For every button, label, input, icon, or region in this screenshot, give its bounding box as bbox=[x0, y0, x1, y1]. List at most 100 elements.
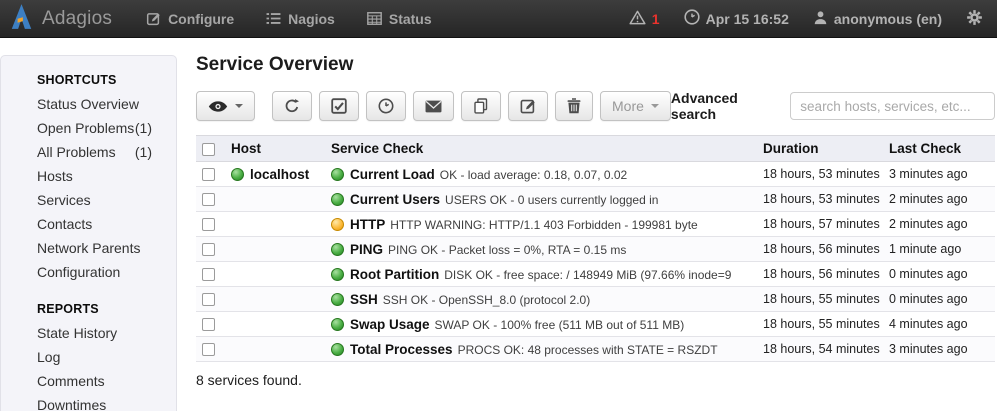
last-check-cell: 3 minutes ago bbox=[883, 337, 995, 362]
brand[interactable]: Adagios bbox=[10, 3, 112, 35]
row-checkbox[interactable] bbox=[202, 218, 215, 231]
service-name[interactable]: PING bbox=[350, 242, 383, 257]
select-all-checkbox[interactable] bbox=[202, 143, 215, 156]
service-name[interactable]: Total Processes bbox=[350, 342, 453, 357]
row-checkbox[interactable] bbox=[202, 268, 215, 281]
delete-button[interactable] bbox=[555, 91, 593, 121]
service-name[interactable]: SSH bbox=[350, 292, 378, 307]
sidebar-item-hosts[interactable]: Hosts bbox=[1, 164, 176, 188]
copy-icon bbox=[473, 98, 489, 114]
table-row[interactable]: PING PING OK - Packet loss = 0%, RTA = 0.… bbox=[196, 237, 995, 262]
clock-icon bbox=[684, 9, 700, 28]
last-check-cell: 0 minutes ago bbox=[883, 262, 995, 287]
search-input[interactable] bbox=[790, 92, 995, 120]
schedule-downtime-button[interactable] bbox=[366, 91, 406, 121]
services-found-note: 8 services found. bbox=[196, 372, 995, 388]
row-checkbox[interactable] bbox=[202, 168, 215, 181]
advanced-search-label[interactable]: Advanced search bbox=[671, 90, 781, 122]
row-checkbox[interactable] bbox=[202, 343, 215, 356]
nav-nagios-label: Nagios bbox=[288, 11, 335, 27]
sidebar-item-open-problems[interactable]: Open Problems (1) bbox=[1, 116, 176, 140]
sidebar-item-all-problems[interactable]: All Problems (1) bbox=[1, 140, 176, 164]
refresh-button[interactable] bbox=[272, 91, 312, 121]
services-table: Host Service Check Duration Last Check l… bbox=[196, 135, 995, 362]
nav-status[interactable]: Status bbox=[367, 11, 432, 27]
main-content: Service Overview bbox=[177, 38, 997, 411]
service-status-icon bbox=[331, 293, 344, 306]
sidebar-item-services[interactable]: Services bbox=[1, 188, 176, 212]
service-name[interactable]: HTTP bbox=[350, 217, 385, 232]
last-check-cell: 0 minutes ago bbox=[883, 287, 995, 312]
duration-cell: 18 hours, 54 minutes bbox=[757, 337, 883, 362]
col-header-duration[interactable]: Duration bbox=[757, 136, 883, 162]
service-status-icon bbox=[331, 268, 344, 281]
acknowledge-button[interactable] bbox=[319, 91, 359, 121]
clock-icon bbox=[378, 98, 394, 114]
service-name[interactable]: Current Load bbox=[350, 167, 435, 182]
nav-configure[interactable]: Configure bbox=[146, 11, 234, 27]
duration-cell: 18 hours, 56 minutes bbox=[757, 262, 883, 287]
sidebar-item-contacts[interactable]: Contacts bbox=[1, 212, 176, 236]
sidebar-item-state-history[interactable]: State History bbox=[1, 321, 176, 345]
table-row[interactable]: Root Partition DISK OK - free space: / 14… bbox=[196, 262, 995, 287]
last-check-cell: 2 minutes ago bbox=[883, 212, 995, 237]
row-checkbox[interactable] bbox=[202, 318, 215, 331]
table-row[interactable]: Swap Usage SWAP OK - 100% free (511 MB ou… bbox=[196, 312, 995, 337]
copy-button[interactable] bbox=[461, 91, 501, 121]
row-checkbox[interactable] bbox=[202, 243, 215, 256]
row-checkbox[interactable] bbox=[202, 293, 215, 306]
service-name[interactable]: Current Users bbox=[350, 192, 440, 207]
service-name[interactable]: Swap Usage bbox=[350, 317, 430, 332]
service-status-icon bbox=[331, 243, 344, 256]
edit-button[interactable] bbox=[508, 91, 548, 121]
trash-icon bbox=[567, 98, 581, 114]
table-row[interactable]: localhost Current LoadOK - load average:… bbox=[196, 162, 995, 187]
sidebar: SHORTCUTS Status Overview Open Problems … bbox=[0, 55, 177, 411]
refresh-icon bbox=[284, 98, 300, 114]
sidebar-item-status-overview[interactable]: Status Overview bbox=[1, 92, 176, 116]
check-square-icon bbox=[331, 98, 347, 114]
datetime-indicator[interactable]: Apr 15 16:52 bbox=[684, 9, 789, 28]
service-detail: PING OK - Packet loss = 0%, RTA = 0.15 m… bbox=[388, 243, 626, 257]
table-row[interactable]: Total Processes PROCS OK: 48 processes wi… bbox=[196, 337, 995, 362]
service-detail: PROCS OK: 48 processes with STATE = RSZD… bbox=[458, 343, 718, 357]
service-name[interactable]: Root Partition bbox=[350, 267, 439, 282]
settings-button[interactable] bbox=[966, 9, 983, 29]
last-check-cell: 3 minutes ago bbox=[883, 162, 995, 187]
service-status-icon bbox=[331, 193, 344, 206]
table-row[interactable]: Current Users USERS OK - 0 users currentl… bbox=[196, 187, 995, 212]
service-detail: SWAP OK - 100% free (511 MB out of 511 M… bbox=[435, 318, 685, 332]
adagios-logo bbox=[10, 3, 33, 35]
table-row[interactable]: SSHSSH OK - OpenSSH_8.0 (protocol 2.0) 1… bbox=[196, 287, 995, 312]
top-navbar: Adagios Configure Nagios bbox=[0, 0, 997, 38]
col-header-last-check[interactable]: Last Check bbox=[883, 136, 995, 162]
sidebar-item-downtimes[interactable]: Downtimes bbox=[1, 393, 176, 411]
chevron-down-icon bbox=[651, 104, 659, 108]
host-name[interactable]: localhost bbox=[250, 167, 309, 182]
sidebar-item-log[interactable]: Log bbox=[1, 345, 176, 369]
row-checkbox[interactable] bbox=[202, 193, 215, 206]
table-header-row: Host Service Check Duration Last Check bbox=[196, 136, 995, 162]
nav-nagios[interactable]: Nagios bbox=[266, 11, 335, 27]
sidebar-item-network-parents[interactable]: Network Parents bbox=[1, 236, 176, 260]
sidebar-item-configuration[interactable]: Configuration bbox=[1, 260, 176, 284]
alerts-indicator[interactable]: 1 bbox=[629, 10, 660, 28]
service-status-icon bbox=[331, 168, 344, 181]
chevron-down-icon bbox=[235, 104, 243, 108]
more-button[interactable]: More bbox=[600, 91, 671, 121]
last-check-cell: 4 minutes ago bbox=[883, 312, 995, 337]
col-header-host[interactable]: Host bbox=[225, 136, 325, 162]
table-row[interactable]: HTTP HTTP WARNING: HTTP/1.1 403 Forbidden… bbox=[196, 212, 995, 237]
sidebar-item-comments[interactable]: Comments bbox=[1, 369, 176, 393]
brand-title[interactable]: Adagios bbox=[42, 8, 112, 30]
user-menu[interactable]: anonymous (en) bbox=[813, 10, 942, 28]
view-options-button[interactable] bbox=[196, 91, 255, 121]
service-detail: USERS OK - 0 users currently logged in bbox=[445, 193, 658, 207]
service-detail: DISK OK - free space: / 148949 MiB (97.6… bbox=[444, 268, 731, 282]
user-icon bbox=[813, 10, 828, 28]
col-header-service-check[interactable]: Service Check bbox=[325, 136, 757, 162]
send-notification-button[interactable] bbox=[413, 91, 454, 121]
service-detail: HTTP WARNING: HTTP/1.1 403 Forbidden - 1… bbox=[390, 218, 697, 232]
service-status-icon bbox=[331, 318, 344, 331]
edit-icon bbox=[520, 98, 536, 114]
